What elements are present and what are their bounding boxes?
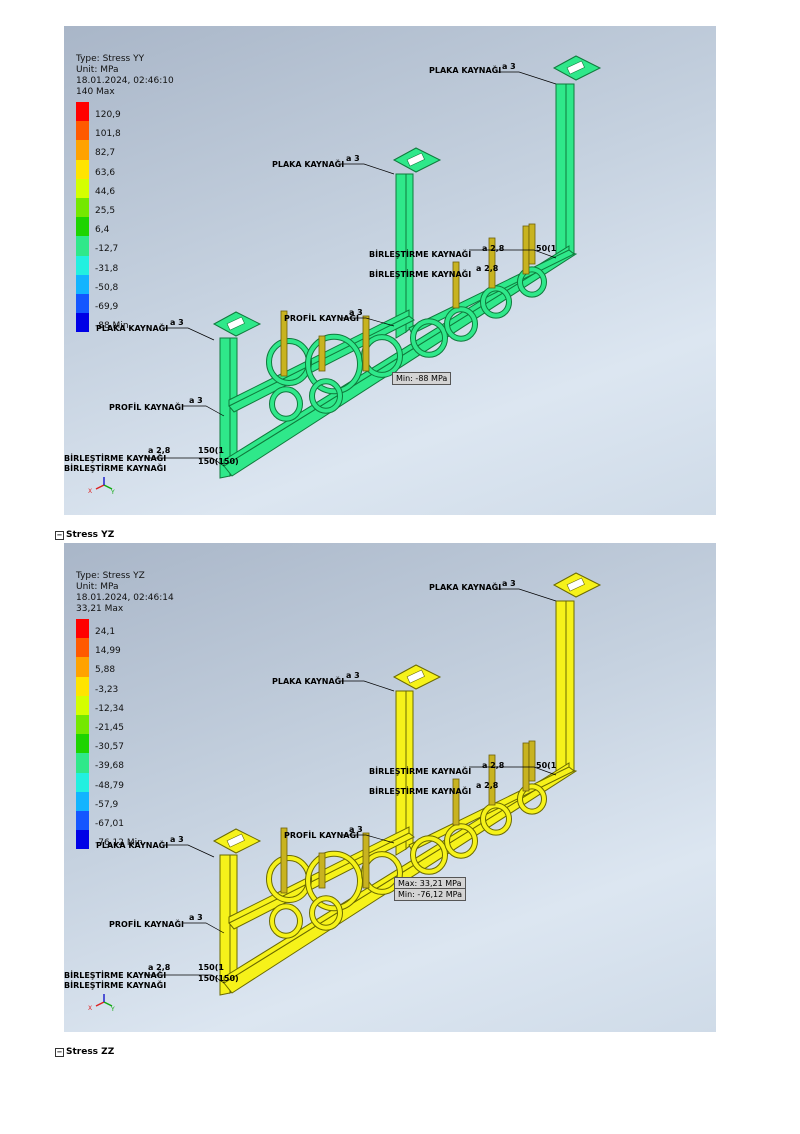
weld-label-plaka: PLAKA KAYNAĞI <box>429 66 502 75</box>
weld-size-label: a 2,8 <box>476 781 499 790</box>
svg-text:X: X <box>88 488 92 495</box>
axis-triad-icon: X Y <box>88 994 115 1012</box>
pipe-clamp <box>270 387 302 421</box>
fea-viewport-stress-yz[interactable]: Type: Stress YZ Unit: MPa 18.01.2024, 02… <box>64 543 716 1032</box>
section-header-stress-zz[interactable]: − Stress ZZ <box>55 1047 114 1057</box>
min-probe-tag[interactable]: Min: -88 MPa <box>392 372 452 385</box>
weld-label-plaka: PLAKA KAYNAĞI <box>429 583 502 592</box>
weld-size-label: a 3 <box>170 318 184 327</box>
svg-text:X: X <box>88 1005 92 1012</box>
min-probe-tag[interactable]: Min: -76,12 MPa <box>394 888 467 901</box>
weld-label-plaka: PLAKA KAYNAĞI <box>96 324 169 333</box>
svg-text:Y: Y <box>110 489 115 495</box>
weld-leader-line <box>182 405 225 417</box>
weld-label-profil: PROFİL KAYNAĞI <box>109 920 184 929</box>
weld-leader-line <box>496 588 557 602</box>
vertical-pipe <box>528 223 536 265</box>
weld-size-label: a 3 <box>502 62 516 71</box>
weld-label-birlestirme: BİRLEŞTİRME KAYNAĞI <box>64 981 167 990</box>
axis-triad-icon: X Y <box>88 477 115 495</box>
weld-size-label: a 3 <box>170 835 184 844</box>
weld-label-birlestirme: BİRLEŞTİRME KAYNAĞI <box>369 270 472 279</box>
weld-dim-label: 50(1 <box>536 761 557 770</box>
weld-size-label: a 3 <box>189 396 203 405</box>
weld-leader-line <box>164 327 215 341</box>
column-right <box>555 83 567 263</box>
column-right <box>555 600 567 780</box>
weld-size-label: a 2,8 <box>476 264 499 273</box>
weld-label-plaka: PLAKA KAYNAĞI <box>96 841 169 850</box>
vertical-pipe <box>318 852 326 889</box>
weld-size-label: a 2,8 <box>148 446 171 455</box>
weld-label-birlestirme: BİRLEŞTİRME KAYNAĞI <box>64 464 167 473</box>
weld-label-profil: PROFİL KAYNAĞI <box>109 403 184 412</box>
collapse-toggle-icon[interactable]: − <box>55 530 64 540</box>
fea-viewport-stress-yy[interactable]: Type: Stress YY Unit: MPa 18.01.2024, 02… <box>64 26 716 515</box>
weld-size-label: a 2,8 <box>148 963 171 972</box>
weld-dim-label: 150(1 <box>198 446 224 455</box>
weld-dim-label: 150(1 <box>198 963 224 972</box>
weld-label-birlestirme: BİRLEŞTİRME KAYNAĞI <box>369 787 472 796</box>
weld-label-birlestirme: BİRLEŞTİRME KAYNAĞI <box>64 454 167 463</box>
weld-label-birlestirme: BİRLEŞTİRME KAYNAĞI <box>64 971 167 980</box>
weld-label-profil: PROFİL KAYNAĞI <box>284 831 359 840</box>
weld-leader-line <box>164 844 215 858</box>
weld-size-label: a 3 <box>346 671 360 680</box>
vertical-pipe <box>452 778 460 826</box>
weld-label-plaka: PLAKA KAYNAĞI <box>272 160 345 169</box>
vertical-pipe <box>452 261 460 309</box>
vertical-pipe <box>362 315 370 372</box>
weld-dim-label: 150(150) <box>198 457 239 466</box>
weld-size-label: a 3 <box>346 154 360 163</box>
vertical-pipe <box>362 832 370 889</box>
column-right-side <box>565 600 575 774</box>
weld-label-profil: PROFİL KAYNAĞI <box>284 314 359 323</box>
weld-label-birlestirme: BİRLEŞTİRME KAYNAĞI <box>369 767 472 776</box>
weld-size-label: a 2,8 <box>482 761 505 770</box>
weld-size-label: a 3 <box>349 308 363 317</box>
vertical-pipe <box>528 740 536 782</box>
weld-leader-line <box>496 71 557 85</box>
section-title: Stress YZ <box>66 530 115 540</box>
section-title: Stress ZZ <box>66 1047 115 1057</box>
pipe-clamp <box>270 904 302 938</box>
collapse-toggle-icon[interactable]: − <box>55 1047 64 1057</box>
weld-leader-line <box>340 163 395 175</box>
weld-dim-label: 50(1 <box>536 244 557 253</box>
svg-text:Y: Y <box>110 1006 115 1012</box>
weld-size-label: a 3 <box>189 913 203 922</box>
weld-label-birlestirme: BİRLEŞTİRME KAYNAĞI <box>369 250 472 259</box>
weld-leader-line <box>340 680 395 692</box>
weld-label-plaka: PLAKA KAYNAĞI <box>272 677 345 686</box>
vertical-pipe <box>318 335 326 372</box>
weld-dim-label: 150(150) <box>198 974 239 983</box>
column-right-side <box>565 83 575 257</box>
weld-leader-line <box>182 922 225 934</box>
weld-size-label: a 2,8 <box>482 244 505 253</box>
weld-size-label: a 3 <box>502 579 516 588</box>
weld-size-label: a 3 <box>349 825 363 834</box>
section-header-stress-yz[interactable]: − Stress YZ <box>55 530 114 540</box>
